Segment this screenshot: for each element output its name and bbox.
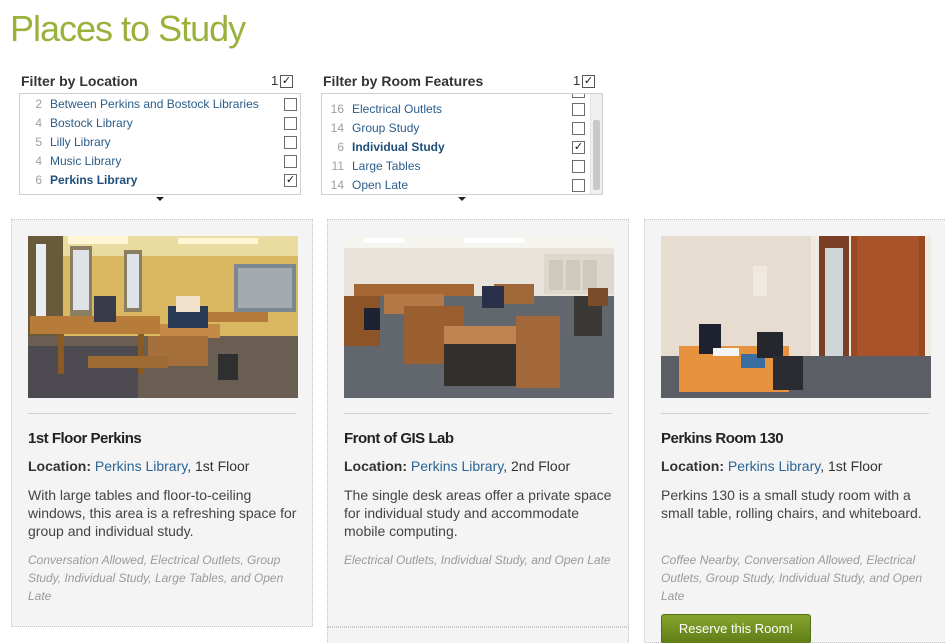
option-count: 6 (35, 173, 42, 187)
feature-option-group[interactable]: 14 Group Study (322, 119, 602, 138)
card-divider (344, 413, 612, 414)
place-card-front-of-gis-lab[interactable]: Front of GIS Lab Location: Perkins Libra… (327, 219, 629, 627)
location-filter-count: 1 (271, 73, 279, 88)
features-filter-all-checkbox[interactable]: ✓ (582, 75, 595, 88)
location-floor: , 1st Floor (187, 458, 250, 474)
place-features: Conversation Allowed, Electrical Outlets… (28, 553, 284, 603)
option-label[interactable]: Electrical Outlets (352, 102, 442, 116)
option-count: 14 (330, 121, 344, 135)
option-count: 4 (35, 154, 42, 168)
features-scrollbar[interactable] (590, 94, 602, 194)
location-filter: Filter by Location 1 ✓ 2 Between Perkins… (19, 72, 302, 201)
place-location: Location: Perkins Library, 1st Floor (28, 458, 249, 474)
option-label[interactable]: Between Perkins and Bostock Libraries (50, 97, 259, 111)
option-count: 6 (337, 140, 344, 154)
option-checkbox[interactable] (572, 160, 585, 173)
location-filter-title: Filter by Location (21, 73, 138, 89)
feature-option-large-tables[interactable]: 11 Large Tables (322, 157, 602, 176)
card-divider (28, 413, 296, 414)
page-title: Places to Study (10, 8, 246, 49)
location-label: Location: (28, 458, 91, 474)
place-title[interactable]: 1st Floor Perkins (28, 430, 142, 447)
location-floor: , 1st Floor (820, 458, 883, 474)
location-option-music[interactable]: 4 Music Library (20, 152, 300, 171)
location-link[interactable]: Perkins Library (95, 458, 187, 474)
location-filter-all-checkbox[interactable]: ✓ (280, 75, 293, 88)
place-description: The single desk areas offer a private sp… (344, 487, 612, 539)
location-option-bostock[interactable]: 4 Bostock Library (20, 114, 300, 133)
option-label[interactable]: Large Tables (352, 159, 421, 173)
option-checkbox[interactable] (284, 155, 297, 168)
location-label: Location: (661, 458, 724, 474)
place-card-1st-floor-perkins[interactable]: 1st Floor Perkins Location: Perkins Libr… (11, 219, 313, 627)
option-count: 16 (330, 102, 344, 116)
option-label[interactable]: Music Library (50, 154, 121, 168)
place-features: Coffee Nearby, Conversation Allowed, Ele… (661, 553, 923, 603)
features-filter-title: Filter by Room Features (323, 73, 484, 89)
option-checkbox[interactable] (572, 103, 585, 116)
option-label[interactable]: Perkins Library (50, 173, 137, 187)
place-title[interactable]: Front of GIS Lab (344, 430, 454, 447)
option-checkbox[interactable] (284, 98, 297, 111)
option-label[interactable]: Lilly Library (50, 135, 111, 149)
option-label[interactable]: Open Late (352, 178, 408, 192)
location-option-perkins[interactable]: 6 Perkins Library ✓ (20, 171, 300, 190)
scrollbar-thumb[interactable] (593, 120, 600, 190)
place-description: With large tables and floor-to-ceiling w… (28, 487, 297, 539)
option-label[interactable]: Bostock Library (50, 116, 133, 130)
location-link[interactable]: Perkins Library (411, 458, 503, 474)
option-count: 2 (35, 97, 42, 111)
card-divider (661, 413, 929, 414)
location-expand-arrow[interactable] (156, 197, 164, 201)
option-count: 4 (35, 116, 42, 130)
place-photo[interactable] (28, 236, 298, 398)
feature-option-individual[interactable]: 6 Individual Study ✓ (322, 138, 602, 157)
option-count: 5 (35, 135, 42, 149)
feature-option-open-late[interactable]: 14 Open Late (322, 176, 602, 194)
partial-checkbox[interactable] (572, 94, 585, 98)
option-label[interactable]: Individual Study (352, 140, 445, 154)
location-floor: , 2nd Floor (503, 458, 571, 474)
location-filter-list[interactable]: 2 Between Perkins and Bostock Libraries … (19, 93, 301, 195)
option-checkbox[interactable] (572, 179, 585, 192)
location-option-between[interactable]: 2 Between Perkins and Bostock Libraries (20, 95, 300, 114)
place-card-partial[interactable] (327, 627, 629, 643)
option-checkbox[interactable] (284, 117, 297, 130)
place-description: Perkins 130 is a small study room with a… (661, 487, 922, 521)
option-checkbox[interactable] (284, 136, 297, 149)
option-label[interactable]: Group Study (352, 121, 419, 135)
option-checkbox[interactable]: ✓ (572, 141, 585, 154)
option-count: 11 (331, 159, 344, 173)
location-link[interactable]: Perkins Library (728, 458, 820, 474)
feature-option-electrical[interactable]: 16 Electrical Outlets (322, 100, 602, 119)
option-checkbox[interactable] (572, 122, 585, 135)
place-photo[interactable] (661, 236, 931, 398)
place-title[interactable]: Perkins Room 130 (661, 430, 784, 447)
option-checkbox[interactable]: ✓ (284, 174, 297, 187)
reserve-room-button[interactable]: Reserve this Room! (661, 614, 811, 643)
location-option-lilly[interactable]: 5 Lilly Library (20, 133, 300, 152)
features-filter-list[interactable]: 16 Electrical Outlets 14 Group Study 6 I… (321, 93, 603, 195)
location-label: Location: (344, 458, 407, 474)
place-location: Location: Perkins Library, 1st Floor (661, 458, 882, 474)
place-features: Electrical Outlets, Individual Study, an… (344, 553, 611, 567)
option-count: 14 (330, 178, 344, 192)
features-filter: Filter by Room Features 1 ✓ 16 Electrica… (321, 72, 604, 201)
features-expand-arrow[interactable] (458, 197, 466, 201)
place-card-perkins-room-130[interactable]: Perkins Room 130 Location: Perkins Libra… (644, 219, 945, 643)
place-photo[interactable] (344, 236, 614, 398)
place-location: Location: Perkins Library, 2nd Floor (344, 458, 570, 474)
features-filter-count: 1 (573, 73, 581, 88)
